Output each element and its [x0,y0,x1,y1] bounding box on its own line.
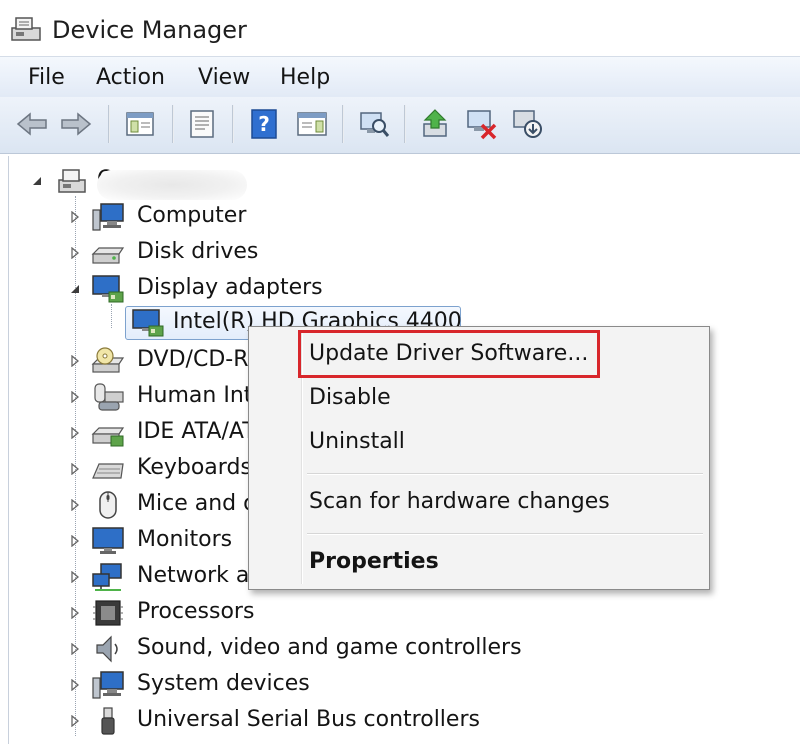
expand-icon[interactable] [69,427,81,439]
tree-item-processors[interactable]: Processors [9,596,789,630]
menu-item-uninstall[interactable]: Uninstall [309,429,405,454]
action-pane-icon [297,112,327,136]
action-pane-button[interactable] [294,106,330,142]
display-adapter-icon [132,309,164,337]
tree-item-computer[interactable]: Computer [9,200,789,234]
dvd-drive-icon [91,347,125,373]
tree-item-label: Disk drives [137,239,259,264]
toolbar-separator [172,105,174,143]
menu-view[interactable]: View [198,65,250,90]
svg-text:?: ? [258,112,270,136]
expand-icon[interactable] [69,247,81,259]
collapse-icon[interactable] [31,175,43,187]
ide-controller-icon [91,427,125,447]
tree-item-disk-drives[interactable]: Disk drives [9,236,789,270]
hid-icon [94,383,124,411]
usb-icon [101,707,115,735]
collapse-icon[interactable] [69,283,81,295]
show-hide-console-tree-icon [126,112,154,136]
expand-icon[interactable] [69,715,81,727]
tree-item-sound-video-game-controllers[interactable]: Sound, video and game controllers [9,632,789,666]
scan-hardware-icon [360,112,390,137]
system-devices-icon [92,671,124,699]
toolbar-separator [342,105,344,143]
window-title: Device Manager [52,16,247,44]
menu-action[interactable]: Action [96,65,165,90]
monitor-icon [92,527,124,554]
menu-item-disable[interactable]: Disable [309,385,391,410]
device-manager-icon [11,17,41,41]
red-highlight-box [298,330,600,378]
tree-item-label: Sound, video and game controllers [137,635,522,660]
computer-icon [92,203,124,231]
menu-help[interactable]: Help [280,65,330,90]
tree-item-label: Computer [137,203,247,228]
tree-item-usb-controllers[interactable]: Universal Serial Bus controllers [9,704,789,738]
disable-device-button[interactable] [510,106,546,142]
tree-item-display-adapters[interactable]: Display adapters [9,272,789,306]
keyboard-icon [92,463,124,479]
help-icon: ? [251,109,277,139]
tree-item-label: Processors [137,599,255,624]
toolbar-separator [404,105,406,143]
disk-drive-icon [91,247,125,264]
scan-hardware-button[interactable] [356,106,392,142]
tree-item-label: Monitors [137,527,233,552]
menu-item-scan-for-hardware-changes[interactable]: Scan for hardware changes [309,489,610,514]
redacted-computer-name [97,170,247,200]
show-hide-console-tree-button[interactable] [122,106,158,142]
tree-item-label: Keyboards [137,455,252,480]
properties-button[interactable] [184,106,220,142]
computer-root-icon [58,169,86,193]
uninstall-device-button[interactable] [464,106,500,142]
display-adapter-icon [92,275,124,303]
back-icon [16,112,47,136]
forward-icon [61,112,92,136]
toolbar-separator [232,105,234,143]
update-driver-button[interactable] [418,106,454,142]
expand-icon[interactable] [69,355,81,367]
expand-icon[interactable] [69,535,81,547]
menu-separator [307,473,703,475]
help-button[interactable]: ? [246,106,282,142]
expand-icon[interactable] [69,643,81,655]
forward-button[interactable] [58,106,94,142]
menu-file[interactable]: File [28,65,65,90]
menu-separator [307,533,703,535]
disable-device-icon [513,110,542,138]
uninstall-device-icon [467,110,497,140]
expand-icon[interactable] [69,463,81,475]
toolbar: ? [0,97,800,154]
processor-icon [93,600,123,626]
properties-icon [190,110,214,138]
speaker-icon [96,635,118,663]
tree-item-label: Display adapters [137,275,323,300]
network-adapter-icon [92,563,122,591]
title-bar: Device Manager [0,0,800,56]
menu-bar: File Action View Help [0,56,800,97]
expand-icon[interactable] [69,607,81,619]
back-button[interactable] [14,106,50,142]
toolbar-separator [108,105,110,143]
tree-root[interactable]: C [9,164,789,200]
mouse-icon [99,491,117,519]
expand-icon[interactable] [69,499,81,511]
update-driver-icon [423,109,447,137]
expand-icon[interactable] [69,679,81,691]
expand-icon[interactable] [69,211,81,223]
tree-item-label: System devices [137,671,310,696]
tree-item-system-devices[interactable]: System devices [9,668,789,702]
tree-item-label: Universal Serial Bus controllers [137,707,480,732]
expand-icon[interactable] [69,391,81,403]
expand-icon[interactable] [69,571,81,583]
menu-item-properties[interactable]: Properties [309,549,439,574]
